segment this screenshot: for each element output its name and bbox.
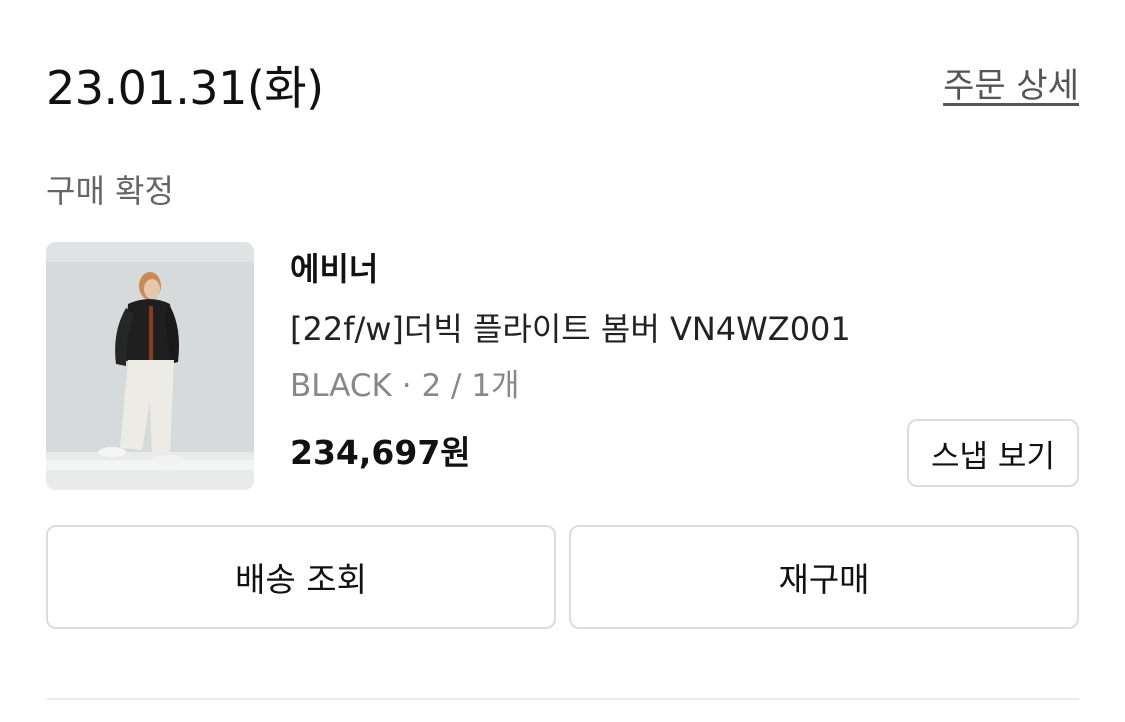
product-option: BLACK · 2 / 1개 bbox=[290, 368, 520, 404]
order-detail-link[interactable]: 주문 상세 bbox=[943, 64, 1079, 108]
product-name[interactable]: [22f/w]더빅 플라이트 봄버 VN4WZ001 bbox=[290, 308, 851, 350]
section-divider bbox=[46, 698, 1079, 700]
product-thumbnail[interactable] bbox=[46, 242, 254, 490]
snap-view-button[interactable]: 스냅 보기 bbox=[907, 419, 1079, 487]
order-date: 23.01.31(화) bbox=[46, 61, 324, 115]
track-delivery-button[interactable]: 배송 조회 bbox=[46, 525, 556, 629]
product-photo bbox=[46, 242, 254, 490]
product-price: 234,697원 bbox=[290, 433, 471, 472]
order-status: 구매 확정 bbox=[46, 172, 174, 210]
brand-name: 에비너 bbox=[290, 250, 379, 288]
rebuy-button[interactable]: 재구매 bbox=[569, 525, 1079, 629]
